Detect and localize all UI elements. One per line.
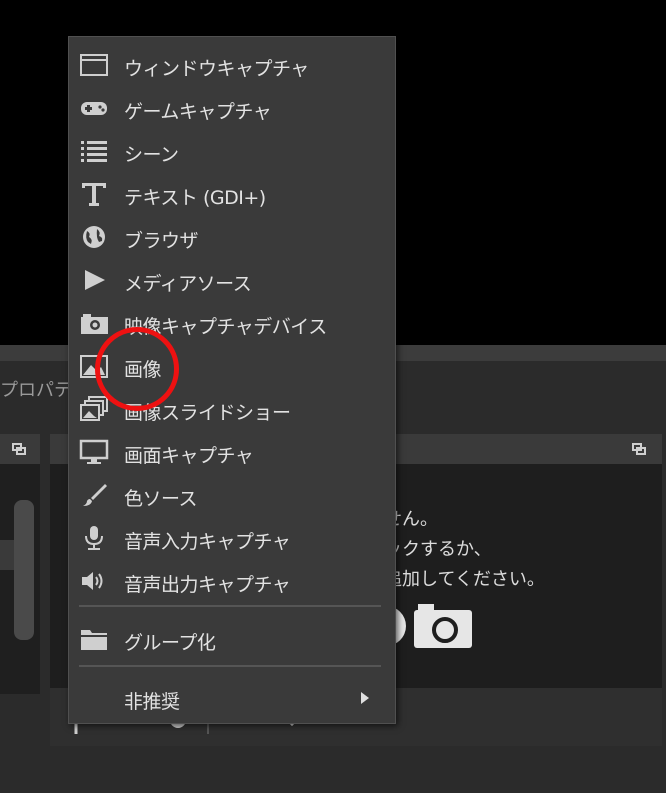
undock-icon[interactable] (12, 443, 26, 455)
undock-icon[interactable] (632, 443, 646, 455)
camera-icon (81, 314, 108, 334)
submenu-arrow-icon (361, 692, 369, 704)
menu-separator (79, 605, 381, 607)
sources-empty-hint-line: 追加してください。 (384, 569, 545, 590)
monitor-icon (79, 439, 109, 464)
menu-item-media-source[interactable]: メディアソース (69, 260, 395, 300)
highlight-circle-annotation (95, 327, 179, 411)
menu-item-browser[interactable]: ブラウザ (69, 217, 395, 257)
speaker-icon (82, 572, 103, 590)
slideshow-icon (80, 396, 108, 421)
menu-item-label: 音声出力キャプチャ (124, 574, 291, 596)
folder-icon (81, 630, 107, 650)
menu-item-label: ゲームキャプチャ (124, 101, 272, 123)
brush-icon (83, 484, 107, 506)
menu-item-window-capture[interactable]: ウィンドウキャプチャ (69, 45, 395, 85)
menu-item-label: 非推奨 (124, 691, 180, 713)
properties-tab[interactable]: プロパテ (0, 376, 72, 402)
window-icon (80, 54, 108, 76)
menu-item-label: 色ソース (124, 488, 198, 510)
list-icon (81, 141, 107, 162)
menu-item-label: グループ化 (124, 632, 216, 654)
menu-item-group[interactable]: グループ化 (69, 619, 395, 659)
menu-item-scene[interactable]: シーン (69, 131, 395, 171)
menu-item-label: 音声入力キャプチャ (124, 531, 291, 553)
menu-item-label: ブラウザ (124, 230, 199, 252)
scenes-scrollbar[interactable] (14, 500, 34, 640)
menu-item-color-source[interactable]: 色ソース (69, 475, 395, 515)
globe-icon (83, 226, 105, 248)
menu-separator (79, 665, 381, 667)
menu-item-game-capture[interactable]: ゲームキャプチャ (69, 88, 395, 128)
menu-item-label: メディアソース (124, 273, 252, 295)
menu-item-label: シーン (124, 144, 179, 166)
menu-item-label: ウィンドウキャプチャ (124, 58, 309, 80)
menu-item-display-capture[interactable]: 画面キャプチャ (69, 432, 395, 472)
menu-item-audio-input-capture[interactable]: 音声入力キャプチャ (69, 518, 395, 558)
camera-icon (414, 604, 472, 648)
menu-item-deprecated[interactable]: 非推奨 (69, 678, 395, 718)
scene-row-selected[interactable] (0, 540, 14, 570)
menu-item-label: 画面キャプチャ (124, 445, 254, 467)
sources-empty-hint-line: ックするか、 (384, 539, 492, 560)
gamepad-icon (81, 102, 107, 115)
menu-item-text-gdi[interactable]: テキスト (GDI+) (69, 174, 395, 214)
menu-item-audio-output-capture[interactable]: 音声出力キャプチャ (69, 561, 395, 601)
menu-item-label: テキスト (GDI+) (124, 187, 266, 209)
play-icon (85, 270, 105, 290)
text-icon (82, 183, 106, 206)
microphone-icon (85, 526, 103, 550)
